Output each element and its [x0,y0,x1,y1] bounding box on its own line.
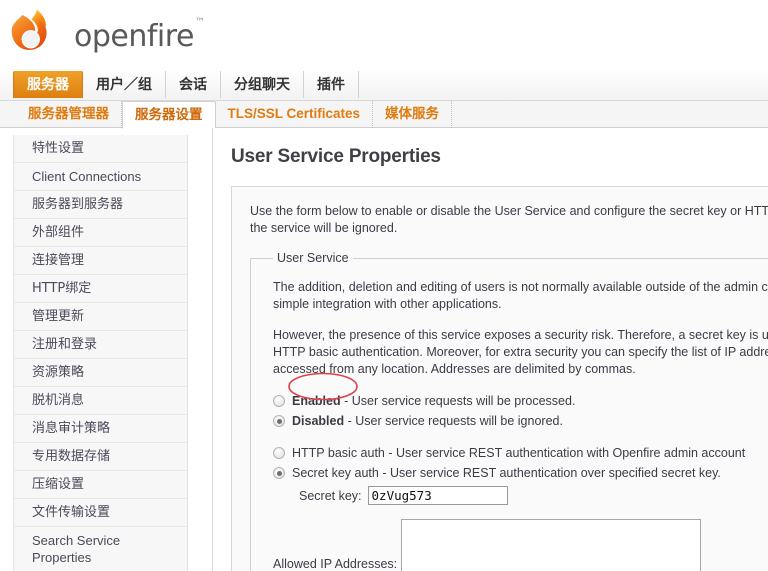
openfire-admin-page: openfire™ 服务器 用户／组 会话 分组聊天 插件 服务器管理器 服务器… [0,0,768,571]
sidebar-item-offline-messages[interactable]: 脱机消息 [14,387,187,415]
subtab-tls-ssl-certificates[interactable]: TLS/SSL Certificates [216,101,374,128]
sidebar-nav: 特性设置 Client Connections 服务器到服务器 外部组件 连接管… [13,135,188,571]
user-service-legend: User Service [277,251,349,265]
page-title: User Service Properties [231,146,441,167]
sidebar-item-label: 脱机消息 [32,393,85,408]
subtab-server-manager[interactable]: 服务器管理器 [16,101,122,128]
sidebar-item-label: 文件传输设置 [32,505,111,520]
radio-row-enabled[interactable]: Enabled - User service requests will be … [273,392,768,410]
sidebar-item-label: Search Service Properties [32,533,121,565]
sidebar-item-label: Client Connections [32,169,142,184]
page-header: openfire™ [0,0,768,68]
sidebar-item-file-transfer-settings[interactable]: 文件传输设置 [14,499,187,527]
secondary-tabbar: 服务器管理器 服务器设置 TLS/SSL Certificates 媒体服务 [0,101,768,129]
allowed-ip-label: Allowed IP Addresses: [273,557,398,571]
radio-disabled-label: Disabled - User service requests will be… [292,412,563,430]
main-content: User Service Properties Use the form bel… [212,128,768,571]
radio-secret-key-auth-label: Secret key auth - User service REST auth… [292,466,721,480]
panel-intro-line2: the service will be ignored. [250,221,398,235]
paragraph-1: The addition, deletion and editing of us… [273,279,768,313]
primary-tabbar: 服务器 用户／组 会话 分组聊天 插件 [0,68,768,101]
panel-intro-line1: Use the form below to enable or disable … [250,204,768,218]
user-service-fieldset: User Service The addition, deletion and … [250,251,768,571]
allowed-ip-row: Allowed IP Addresses: [273,519,768,571]
subtab-server-settings[interactable]: 服务器设置 [122,101,216,129]
sidebar-item-label: 专用数据存储 [32,449,111,464]
paragraph-2-line2: HTTP basic authentication. Moreover, for… [273,345,768,359]
radio-http-basic-auth-label: HTTP basic auth - User service REST auth… [292,446,746,460]
sidebar-item-search-service-properties[interactable]: Search Service Properties [14,527,187,571]
tab-group-chat[interactable]: 分组聊天 [221,71,304,98]
radio-enabled-rest: - User service requests will be processe… [340,394,576,408]
sidebar-item-label: 压缩设置 [32,477,85,492]
sidebar-item-external-components[interactable]: 外部组件 [14,219,187,247]
paragraph-1-line1: The addition, deletion and editing of us… [273,280,768,294]
sidebar-item-feature-settings[interactable]: 特性设置 [14,135,187,163]
tab-sessions[interactable]: 会话 [166,71,221,98]
radio-row-secret-key-auth[interactable]: Secret key auth - User service REST auth… [273,464,768,482]
radio-row-http-basic-auth[interactable]: HTTP basic auth - User service REST auth… [273,444,768,462]
sidebar-item-label: 注册和登录 [32,337,98,352]
radio-row-disabled[interactable]: Disabled - User service requests will be… [273,412,768,430]
radio-enabled-label: Enabled - User service requests will be … [292,392,575,410]
tab-plugins[interactable]: 插件 [304,71,359,98]
radio-enabled[interactable] [273,395,285,407]
sidebar-item-connection-manager[interactable]: 连接管理 [14,247,187,275]
paragraph-2-line3: accessed from any location. Addresses ar… [273,362,636,376]
sidebar-item-label: 服务器到服务器 [32,197,124,212]
subtab-media-service[interactable]: 媒体服务 [373,101,453,128]
radio-disabled-rest: - User service requests will be ignored. [344,414,563,428]
radio-enabled-strong: Enabled [292,394,341,408]
sidebar-item-label: 管理更新 [32,309,85,324]
sidebar-item-private-data-storage[interactable]: 专用数据存储 [14,443,187,471]
paragraph-1-line2: simple integration with other applicatio… [273,297,502,311]
radio-http-basic-auth[interactable] [273,447,285,459]
radio-disabled[interactable] [273,415,285,427]
sidebar-item-label: HTTP绑定 [32,281,92,296]
sidebar-item-label: 消息审计策略 [32,421,111,436]
sidebar-item-http-bind[interactable]: HTTP绑定 [14,275,187,303]
sidebar-item-label: 资源策略 [32,365,85,380]
sidebar-item-client-connections[interactable]: Client Connections [14,163,187,191]
radio-secret-key-auth[interactable] [273,467,285,479]
sidebar-item-label: 外部组件 [32,225,85,240]
secret-key-input[interactable] [367,486,508,505]
brand-logo[interactable]: openfire™ [8,6,205,62]
openfire-flame-logo-icon [11,9,47,50]
tab-server[interactable]: 服务器 [13,71,83,98]
tab-users-groups[interactable]: 用户／组 [83,71,166,98]
paragraph-2-line1: However, the presence of this service ex… [273,328,768,342]
sidebar-item-manage-updates[interactable]: 管理更新 [14,303,187,331]
sidebar-item-server-to-server[interactable]: 服务器到服务器 [14,191,187,219]
panel-intro-text: Use the form below to enable or disable … [250,203,768,237]
user-service-panel: Use the form below to enable or disable … [231,186,768,571]
radio-disabled-strong: Disabled [292,414,345,428]
sidebar-item-label: 特性设置 [32,141,85,156]
sidebar-item-label: 连接管理 [32,253,85,268]
sidebar-item-compression-settings[interactable]: 压缩设置 [14,471,187,499]
allowed-ip-textarea[interactable] [401,519,702,571]
sidebar-item-registration-login[interactable]: 注册和登录 [14,331,187,359]
brand-name: openfire™ [74,16,205,54]
sidebar-item-resource-policy[interactable]: 资源策略 [14,359,187,387]
trademark-symbol: ™ [194,16,205,28]
sidebar-item-message-audit-policy[interactable]: 消息审计策略 [14,415,187,443]
paragraph-2: However, the presence of this service ex… [273,327,768,378]
secret-key-row: Secret key: [299,486,768,505]
service-enable-radio-group: Enabled - User service requests will be … [273,392,768,482]
secret-key-label: Secret key: [299,488,362,503]
